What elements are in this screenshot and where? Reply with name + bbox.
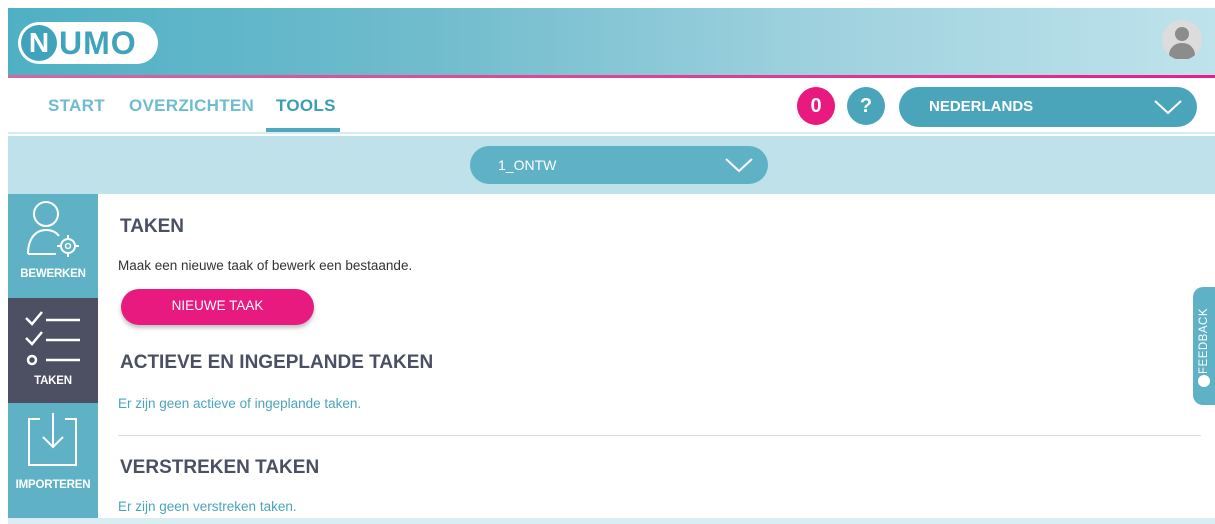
bottom-strip xyxy=(8,518,1215,524)
top-header: N UMO xyxy=(8,8,1215,75)
notification-count-badge[interactable]: 0 xyxy=(797,87,835,125)
sidebar-item-importeren[interactable]: IMPORTEREN xyxy=(8,403,98,508)
logo-letter: N xyxy=(21,25,57,61)
active-tasks-empty-message: Er zijn geen actieve of ingeplande taken… xyxy=(118,396,362,411)
project-select[interactable]: 1_ONTW xyxy=(470,146,768,184)
tasks-panel: TAKEN Maak een nieuwe taak of bewerk een… xyxy=(98,194,1215,518)
avatar-head xyxy=(1175,27,1189,41)
sidebar-item-label: BEWERKEN xyxy=(20,268,86,280)
feedback-label-wrap: FEEDBACK xyxy=(1193,287,1215,405)
language-select[interactable]: NEDERLANDS xyxy=(899,87,1197,127)
main-nav: START OVERZICHTEN TOOLS 0 ? NEDERLANDS xyxy=(8,78,1215,134)
checklist-icon xyxy=(25,311,80,366)
page-description: Maak een nieuwe taak of bewerk een besta… xyxy=(118,258,413,273)
language-select-value: NEDERLANDS xyxy=(929,98,1034,115)
user-gear-icon xyxy=(27,201,79,257)
feedback-icon xyxy=(1198,375,1210,387)
sidebar-item-label: IMPORTEREN xyxy=(15,479,91,491)
user-avatar-icon[interactable] xyxy=(1162,20,1202,60)
active-tasks-heading: ACTIEVE EN INGEPLANDE TAKEN xyxy=(120,352,434,373)
tab-tools[interactable]: TOOLS xyxy=(276,96,336,116)
sidebar-item-bewerken[interactable]: BEWERKEN xyxy=(8,194,98,299)
sidebar-item-label: TAKEN xyxy=(34,375,72,387)
tab-overzichten[interactable]: OVERZICHTEN xyxy=(129,96,254,116)
logo-text: UMO xyxy=(59,24,137,61)
avatar-body xyxy=(1169,43,1195,59)
project-select-value: 1_ONTW xyxy=(498,157,557,173)
section-divider xyxy=(118,435,1201,436)
expired-tasks-empty-message: Er zijn geen verstreken taken. xyxy=(118,499,297,514)
expired-tasks-heading: VERSTREKEN TAKEN xyxy=(120,457,320,478)
help-button[interactable]: ? xyxy=(847,87,885,125)
active-tab-indicator xyxy=(266,128,340,132)
chevron-down-icon xyxy=(1154,100,1182,115)
page-title: TAKEN xyxy=(120,216,185,237)
project-bar: 1_ONTW xyxy=(8,136,1215,194)
tools-sidebar: BEWERKEN TAKEN IMPORTEREN xyxy=(8,194,98,518)
numo-logo[interactable]: N UMO xyxy=(18,22,158,64)
new-task-button[interactable]: NIEUWE TAAK xyxy=(121,289,314,325)
tab-start[interactable]: START xyxy=(48,96,105,116)
feedback-label: FEEDBACK xyxy=(1198,308,1210,375)
chevron-down-icon xyxy=(725,158,753,173)
sidebar-item-taken[interactable]: TAKEN xyxy=(8,298,98,403)
import-icon xyxy=(28,413,77,466)
